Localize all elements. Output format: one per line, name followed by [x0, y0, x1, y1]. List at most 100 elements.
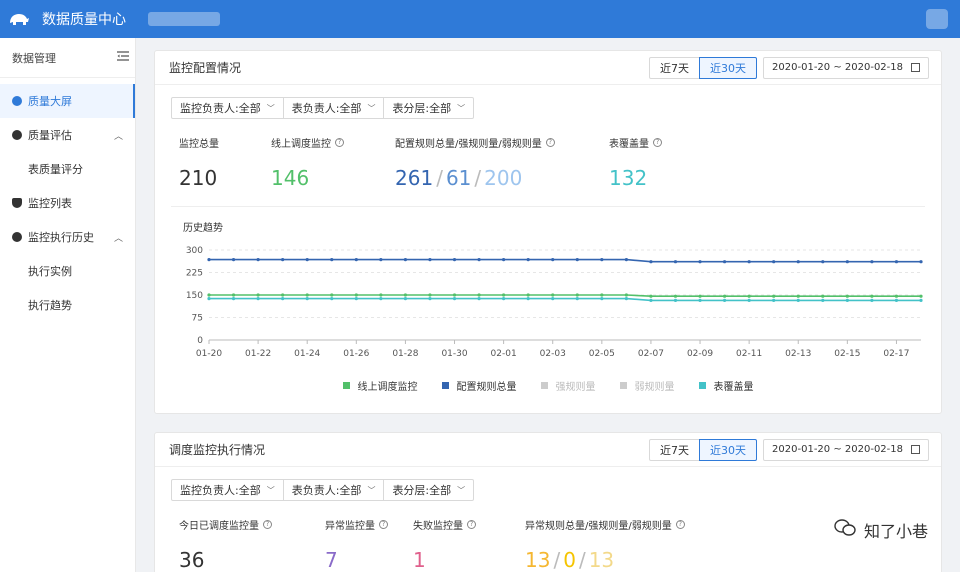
data-point — [575, 258, 579, 262]
range-7-days-button[interactable]: 近7天 — [649, 438, 701, 461]
monitor-owner-filter[interactable]: 监控负责人:全部 ﹀ — [172, 98, 284, 118]
filter-label: 监控负责人:全部 — [180, 484, 261, 497]
data-point — [772, 260, 776, 264]
filter-group: 监控负责人:全部 ﹀ 表负责人:全部 ﹀ 表分层:全部 ﹀ — [171, 97, 475, 119]
chart-title: 历史趋势 — [183, 223, 223, 234]
stats-row: 今日已调度监控量? 36 异常监控量? 7 失败监控量? 1 异常规则总量/强规… — [179, 517, 941, 572]
table-owner-filter[interactable]: 表负责人:全部 ﹀ — [284, 98, 385, 118]
help-icon[interactable]: ? — [467, 520, 476, 529]
filter-label: 表负责人:全部 — [291, 102, 362, 115]
help-icon[interactable]: ? — [263, 520, 272, 529]
user-avatar[interactable] — [926, 9, 948, 29]
data-point — [673, 260, 678, 264]
stat-total-monitors: 监控总量 210 — [179, 135, 271, 190]
date-range-text: 2020-01-20 ~ 2020-02-18 — [772, 62, 903, 73]
data-point — [231, 258, 236, 262]
sidebar-item-exec-trend[interactable]: 执行趋势 — [0, 288, 135, 322]
x-tick-label: 01-30 — [441, 349, 467, 359]
legend-item[interactable]: 配置规则总量 — [441, 378, 517, 393]
data-point — [452, 293, 457, 297]
x-tick-label: 02-03 — [540, 349, 566, 359]
help-icon[interactable]: ? — [545, 138, 555, 147]
watermark: 知了小巷 — [834, 518, 928, 542]
stat-label: 今日已调度监控量 — [179, 521, 259, 532]
data-point — [894, 298, 899, 302]
data-point — [722, 260, 727, 264]
stat-label: 表覆盖量 — [609, 139, 649, 150]
range-30-days-button[interactable]: 近30天 — [699, 56, 758, 79]
x-tick-label: 02-05 — [589, 349, 615, 359]
data-point — [281, 297, 285, 301]
schedule-exec-card: 调度监控执行情况 近7天 近30天 2020-01-20 ~ 2020-02-1… — [154, 432, 942, 572]
table-owner-filter[interactable]: 表负责人:全部 ﹀ — [284, 480, 385, 500]
filter-label: 表分层:全部 — [392, 484, 452, 497]
x-tick-label: 02-17 — [883, 349, 909, 359]
data-point — [821, 298, 825, 302]
data-point — [305, 297, 309, 301]
series-line — [209, 294, 921, 298]
table-layer-filter[interactable]: 表分层:全部 ﹀ — [384, 98, 473, 118]
table-layer-filter[interactable]: 表分层:全部 ﹀ — [384, 480, 473, 500]
help-icon[interactable]: ? — [675, 520, 685, 529]
sidebar-item-label: 质量评估 — [28, 129, 72, 142]
data-point — [330, 297, 334, 301]
stat-label: 线上调度监控 — [271, 139, 331, 150]
data-point — [698, 298, 702, 302]
total-rules-value: 261 — [395, 166, 434, 190]
data-point — [330, 258, 334, 262]
date-range-picker[interactable]: 2020-01-20 ~ 2020-02-18 — [763, 56, 929, 79]
watermark-text: 知了小巷 — [863, 522, 928, 541]
sidebar-item-quality-assessment[interactable]: 质量评估 ︿ — [0, 118, 135, 152]
blurred-project-name — [148, 12, 220, 26]
calendar-icon — [911, 445, 920, 454]
legend-label: 弱规则量 — [634, 382, 675, 393]
data-point — [845, 260, 849, 264]
help-icon[interactable]: ? — [335, 138, 344, 147]
card-header: 监控配置情况 近7天 近30天 2020-01-20 ~ 2020-02-18 — [155, 51, 941, 85]
data-point — [207, 293, 211, 297]
sidebar: 数据管理 质量大屏 质量评估 ︿ 表质量评分 监控列表 监控执行历史 ︿ 执行实… — [0, 38, 136, 572]
data-point — [649, 298, 653, 302]
sidebar-item-monitor-list[interactable]: 监控列表 — [0, 186, 135, 220]
legend-item[interactable]: 线上调度监控 — [342, 378, 418, 393]
logo-icon[interactable] — [6, 6, 32, 32]
range-7-days-button[interactable]: 近7天 — [649, 56, 701, 79]
stat-label: 异常监控量 — [325, 521, 375, 532]
divider — [171, 206, 925, 207]
monitor-owner-filter[interactable]: 监控负责人:全部 ﹀ — [172, 480, 284, 500]
data-point — [870, 294, 874, 298]
data-point — [207, 258, 211, 262]
stat-failed-monitors: 失败监控量? 1 — [413, 517, 525, 572]
help-icon[interactable]: ? — [379, 520, 388, 529]
stat-rule-counts: 配置规则总量/强规则量/弱规则量? 261/61/200 — [395, 135, 609, 190]
help-icon[interactable]: ? — [653, 138, 662, 147]
data-point — [477, 258, 481, 262]
x-tick-label: 02-09 — [687, 349, 713, 359]
monitor-config-card: 监控配置情况 近7天 近30天 2020-01-20 ~ 2020-02-18 … — [154, 50, 942, 414]
legend-swatch — [342, 382, 350, 389]
data-point — [330, 293, 334, 297]
sidebar-item-quality-dashboard[interactable]: 质量大屏 — [0, 84, 135, 118]
data-point — [428, 258, 432, 262]
range-30-days-button[interactable]: 近30天 — [699, 438, 758, 461]
data-point — [207, 297, 211, 301]
sidebar-item-table-score[interactable]: 表质量评分 — [0, 152, 135, 186]
stat-value: 1 — [413, 548, 426, 572]
legend-item[interactable]: 表覆盖量 — [698, 378, 754, 393]
sidebar-item-label: 监控执行历史 — [28, 231, 94, 244]
sidebar-title: 数据管理 — [12, 51, 56, 65]
sidebar-item-monitor-history[interactable]: 监控执行历史 ︿ — [0, 220, 135, 254]
sidebar-item-label: 质量大屏 — [28, 95, 72, 108]
chevron-down-icon: ﹀ — [457, 485, 466, 495]
legend-item[interactable]: 强规则量 — [540, 378, 596, 393]
legend-item[interactable]: 弱规则量 — [619, 378, 675, 393]
filter-group: 监控负责人:全部 ﹀ 表负责人:全部 ﹀ 表分层:全部 ﹀ — [171, 479, 475, 501]
date-range-picker[interactable]: 2020-01-20 ~ 2020-02-18 — [763, 438, 929, 461]
sidebar-item-exec-instances[interactable]: 执行实例 — [0, 254, 135, 288]
sidebar-item-label: 表质量评分 — [28, 163, 83, 176]
data-point — [698, 294, 702, 298]
data-point — [772, 294, 776, 298]
collapse-menu-icon[interactable] — [117, 51, 129, 64]
x-tick-label: 01-20 — [196, 349, 222, 359]
data-point — [256, 297, 260, 301]
